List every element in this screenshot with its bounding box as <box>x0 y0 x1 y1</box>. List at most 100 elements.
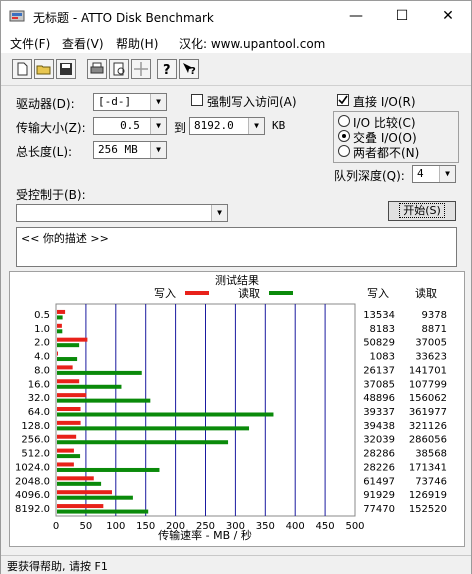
read-bar <box>57 384 122 389</box>
y-tick-label: 2048.0 <box>15 476 50 487</box>
read-value-label: 156062 <box>409 393 447 404</box>
maximize-button[interactable]: ☐ <box>379 1 425 31</box>
app-icon <box>9 10 25 22</box>
menu-file[interactable]: 文件(F) <box>10 35 50 52</box>
svg-text:?: ? <box>190 66 196 77</box>
close-button[interactable]: ✕ <box>425 1 471 31</box>
neither-radio[interactable] <box>338 145 350 157</box>
chart-title: 测试结果 <box>215 274 259 287</box>
description-textarea[interactable]: << 你的描述 >> <box>16 227 457 267</box>
write-value-label: 28226 <box>363 462 395 473</box>
x-tick-label: 350 <box>256 521 275 532</box>
write-bar <box>57 351 58 356</box>
write-bar <box>57 434 77 439</box>
read-bar <box>57 343 80 348</box>
read-value-label: 37005 <box>415 338 447 349</box>
write-value-label: 8183 <box>370 324 395 335</box>
read-bar <box>57 481 102 486</box>
read-bar <box>57 370 142 375</box>
to-label: 到 <box>174 121 187 135</box>
save-icon[interactable] <box>56 59 76 79</box>
read-bar <box>57 357 78 362</box>
read-bar <box>57 398 151 403</box>
read-bar <box>57 440 229 445</box>
read-value-label: 8871 <box>422 324 447 335</box>
drive-label: 驱动器(D): <box>16 97 75 111</box>
io-compare-radio[interactable] <box>338 115 350 127</box>
write-bar <box>57 420 81 425</box>
write-bar <box>57 393 87 398</box>
print-preview-icon[interactable] <box>109 59 129 79</box>
menu-localized-link[interactable]: 汉化: www.upantool.com <box>179 35 325 52</box>
read-legend-swatch <box>269 291 293 295</box>
menu-help[interactable]: 帮助(H) <box>116 35 158 52</box>
overlapped-io-radio[interactable] <box>338 130 350 142</box>
read-column-header: 读取 <box>415 286 437 300</box>
write-bar <box>57 407 81 411</box>
open-folder-icon[interactable] <box>34 59 54 79</box>
y-tick-label: 1.0 <box>34 324 50 335</box>
write-value-label: 39438 <box>363 421 395 432</box>
write-column-header: 写入 <box>367 287 389 300</box>
write-bar <box>57 504 104 509</box>
write-bar <box>57 337 88 342</box>
y-tick-label: 2.0 <box>34 338 50 349</box>
y-tick-label: 32.0 <box>28 393 50 404</box>
total-length-select[interactable]: 256 MB ▼ <box>93 141 167 159</box>
context-help-icon[interactable]: ? <box>179 59 199 79</box>
x-tick-label: 100 <box>106 521 125 532</box>
write-value-label: 61497 <box>363 476 395 487</box>
write-bar <box>57 462 74 467</box>
write-value-label: 26137 <box>363 365 395 376</box>
read-value-label: 171341 <box>409 462 447 473</box>
read-bar <box>57 426 250 431</box>
chevron-down-icon: ▼ <box>211 205 227 221</box>
title-bar: 无标题 - ATTO Disk Benchmark — ☐ ✕ <box>1 1 471 31</box>
write-legend-label: 写入 <box>154 287 176 300</box>
minimize-button[interactable]: — <box>333 1 379 31</box>
force-write-checkbox[interactable] <box>191 94 203 106</box>
transfer-size-from-select[interactable]: 0.5 ▼ <box>93 117 167 135</box>
direct-io-checkbox[interactable] <box>337 94 349 106</box>
toolbar: ? ? <box>1 53 471 86</box>
write-value-label: 91929 <box>363 490 395 501</box>
status-bar: 要获得帮助, 请按 F1 <box>1 555 471 574</box>
controlled-by-select[interactable]: ▼ <box>16 204 228 222</box>
new-file-icon[interactable] <box>12 59 32 79</box>
help-icon[interactable]: ? <box>157 59 177 79</box>
read-value-label: 9378 <box>422 310 447 321</box>
write-bar <box>57 365 73 370</box>
x-tick-label: 150 <box>136 521 155 532</box>
queue-depth-select[interactable]: 4 ▼ <box>412 165 456 183</box>
print-icon[interactable] <box>87 59 107 79</box>
move-icon[interactable] <box>131 59 151 79</box>
write-value-label: 77470 <box>363 504 395 515</box>
controlled-by-label: 受控制于(B): <box>16 188 86 202</box>
chevron-down-icon: ▼ <box>248 118 264 134</box>
read-value-label: 107799 <box>409 379 447 390</box>
app-window: 无标题 - ATTO Disk Benchmark — ☐ ✕ 文件(F) 查看… <box>0 0 472 574</box>
drive-select[interactable]: [-d-] ▼ <box>93 93 167 111</box>
read-bar <box>57 412 274 417</box>
y-tick-label: 128.0 <box>21 421 50 432</box>
neither-label: 两者都不(N) <box>353 146 420 160</box>
read-bar <box>57 329 63 334</box>
queue-depth-label: 队列深度(Q): <box>334 169 405 183</box>
write-bar <box>57 448 74 453</box>
menu-view[interactable]: 查看(V) <box>62 35 104 52</box>
menu-bar: 文件(F) 查看(V) 帮助(H) 汉化: www.upantool.com <box>1 31 471 53</box>
radio-selected-dot <box>342 134 346 138</box>
window-title: 无标题 - ATTO Disk Benchmark <box>33 11 214 25</box>
y-tick-label: 0.5 <box>34 310 50 321</box>
results-chart: 测试结果 写入 读取 写入 读取 0 50 100 150 200 250 300 350 40… <box>15 274 447 542</box>
start-button[interactable]: 开始(S) <box>388 201 456 221</box>
y-tick-label: 1024.0 <box>15 462 50 473</box>
transfer-size-to-select[interactable]: 8192.0 ▼ <box>189 117 265 135</box>
write-bar <box>57 323 62 328</box>
read-value-label: 321126 <box>409 421 447 432</box>
checkmark-icon <box>338 95 348 105</box>
write-bar <box>57 476 94 481</box>
write-value-label: 1083 <box>370 352 395 363</box>
x-axis-label: 传输速率 - MB / 秒 <box>158 528 252 542</box>
y-tick-label: 512.0 <box>21 449 50 460</box>
